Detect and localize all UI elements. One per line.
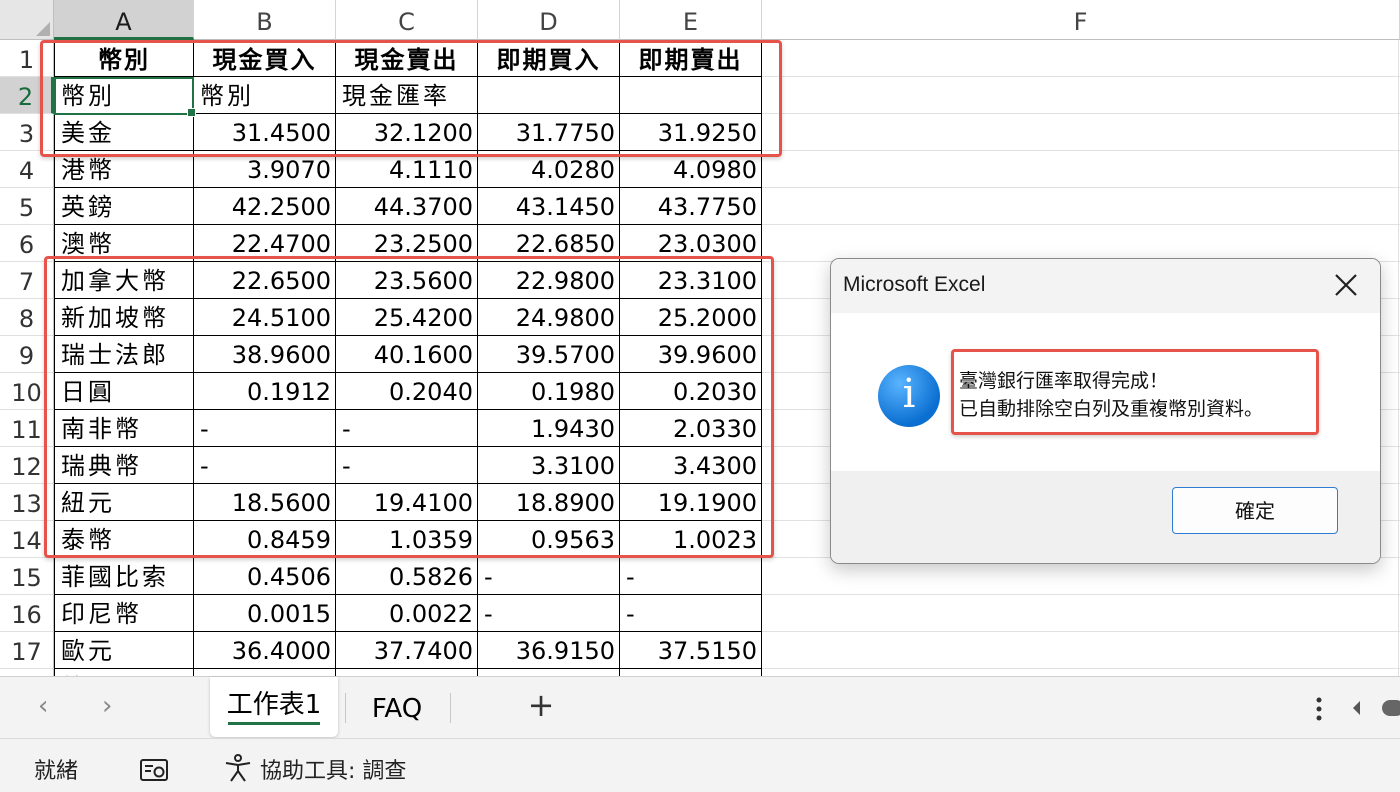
cell-e5[interactable]: 43.7750 <box>620 188 762 225</box>
select-all-corner[interactable] <box>0 0 54 40</box>
column-header-c[interactable]: C <box>336 0 478 40</box>
row-header-18[interactable]: 18 <box>0 669 54 676</box>
chevron-left-icon[interactable]: ‹ <box>38 691 48 721</box>
highlight-box-message <box>951 349 1319 435</box>
column-header-b[interactable]: B <box>194 0 336 40</box>
tab-divider <box>345 693 346 723</box>
chevron-right-icon[interactable]: › <box>102 691 112 721</box>
cell-a18[interactable]: 韓元 <box>54 669 194 676</box>
cell-e18[interactable] <box>620 669 762 676</box>
highlight-box-header-rows <box>40 40 782 157</box>
column-header-e[interactable]: E <box>620 0 762 40</box>
info-icon: i <box>878 365 940 427</box>
tab-divider <box>450 693 451 723</box>
status-bar: 就緒 協助工具: 調查 <box>0 738 1400 792</box>
cell-e17[interactable]: 37.5150 <box>620 632 762 669</box>
ok-button[interactable]: 確定 <box>1172 487 1338 534</box>
row-header-16[interactable]: 16 <box>0 595 54 632</box>
status-ready: 就緒 <box>34 759 79 784</box>
row-header-5[interactable]: 5 <box>0 188 54 225</box>
cell-a17[interactable]: 歐元 <box>54 632 194 669</box>
message-dialog: Microsoft Excel i 臺灣銀行匯率取得完成！ 已自動排除空白列及重… <box>830 258 1381 564</box>
column-header-d[interactable]: D <box>478 0 620 40</box>
cell-b18[interactable]: 0.0212 <box>194 669 336 676</box>
cell-b5[interactable]: 42.2500 <box>194 188 336 225</box>
add-sheet-button[interactable]: + <box>520 677 562 737</box>
horizontal-scrollbar[interactable] <box>1350 693 1400 723</box>
cell-d17[interactable]: 36.9150 <box>478 632 620 669</box>
column-header-f[interactable]: F <box>762 0 1400 40</box>
active-tab-underline <box>228 722 320 725</box>
column-header-a[interactable]: A <box>54 0 194 40</box>
cell-c16[interactable]: 0.0022 <box>336 595 478 632</box>
tab-sheet1-label: 工作表1 <box>226 690 322 720</box>
cell-c15[interactable]: 0.5826 <box>336 558 478 595</box>
cell-b15[interactable]: 0.4506 <box>194 558 336 595</box>
cell-d18[interactable] <box>478 669 620 676</box>
cell-d16[interactable]: - <box>478 595 620 632</box>
sheet-tab-bar: ‹ › 工作表1 FAQ + <box>0 676 1400 738</box>
cell-e15[interactable]: - <box>620 558 762 595</box>
cell-b17[interactable]: 36.4000 <box>194 632 336 669</box>
close-icon[interactable] <box>1332 271 1360 299</box>
cell-c5[interactable]: 44.3700 <box>336 188 478 225</box>
highlight-box-currency-rows <box>44 256 774 558</box>
tab-faq[interactable]: FAQ <box>355 681 439 741</box>
cell-c17[interactable]: 37.7400 <box>336 632 478 669</box>
tab-faq-label: FAQ <box>371 694 423 724</box>
more-options-icon[interactable] <box>1310 695 1328 723</box>
cell-e16[interactable]: - <box>620 595 762 632</box>
tab-sheet1[interactable]: 工作表1 <box>210 677 338 737</box>
accessibility-status[interactable]: 協助工具: 調查 <box>260 753 406 785</box>
row-header-15[interactable]: 15 <box>0 558 54 595</box>
cell-a15[interactable]: 菲國比索 <box>54 558 194 595</box>
cell-c18[interactable]: 0.0251 <box>336 669 478 676</box>
cell-a5[interactable]: 英鎊 <box>54 188 194 225</box>
dialog-title: Microsoft Excel <box>843 273 986 296</box>
camera-record-icon[interactable] <box>138 757 170 783</box>
accessibility-icon[interactable] <box>222 753 254 783</box>
cell-a16[interactable]: 印尼幣 <box>54 595 194 632</box>
row-header-17[interactable]: 17 <box>0 632 54 669</box>
cell-d5[interactable]: 43.1450 <box>478 188 620 225</box>
cell-b16[interactable]: 0.0015 <box>194 595 336 632</box>
cell-d15[interactable]: - <box>478 558 620 595</box>
dialog-titlebar: Microsoft Excel <box>831 259 1380 313</box>
